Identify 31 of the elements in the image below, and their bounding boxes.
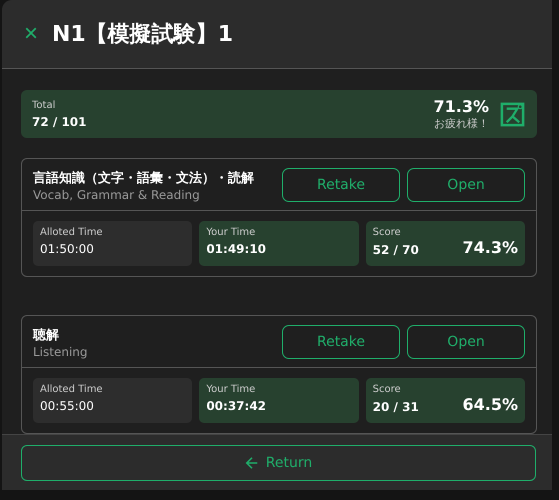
stat-label: Alloted Time <box>40 384 104 396</box>
total-label: Total <box>32 100 56 111</box>
open-button[interactable]: Open <box>407 168 525 202</box>
message: お疲れ様！ <box>433 116 489 132</box>
stat-label: Your Time <box>206 384 256 396</box>
open-button[interactable]: Open <box>407 325 525 360</box>
return-button[interactable]: Return <box>21 444 536 481</box>
stat-label: Alloted Time <box>40 227 104 238</box>
section-subtitle: Listening <box>33 344 88 359</box>
retake-button[interactable]: Retake <box>282 168 400 202</box>
stat-value: 52 / 70 <box>372 243 419 258</box>
close-button[interactable]: × <box>24 22 38 46</box>
total-percent: 71.3% <box>433 97 489 116</box>
stat-label: Score <box>372 227 402 238</box>
section-title: 聴解 <box>33 326 60 344</box>
dialog-title: N1【模擬試験】1 <box>52 21 234 50</box>
section-title: 言語知識（文字・語彙・文法）・読解 <box>33 170 254 187</box>
stat-value: 20 / 31 <box>372 400 419 414</box>
stat-value: 00:37:42 <box>206 399 266 414</box>
arrow-left-icon <box>244 456 259 470</box>
stat-value: 00:55:00 <box>40 399 94 414</box>
stat-value: 01:50:00 <box>40 242 94 256</box>
retake-button[interactable]: Retake <box>282 325 400 360</box>
total-score: 72 / 101 <box>32 114 86 129</box>
score-percent: 64.5% <box>462 395 518 414</box>
stamp-icon <box>499 100 526 128</box>
stat-label: Score <box>372 384 402 396</box>
section-subtitle: Vocab, Grammar & Reading <box>33 188 201 202</box>
stat-label: Your Time <box>206 227 256 238</box>
score-percent: 74.3% <box>462 238 518 258</box>
stat-value: 01:49:10 <box>206 242 266 256</box>
